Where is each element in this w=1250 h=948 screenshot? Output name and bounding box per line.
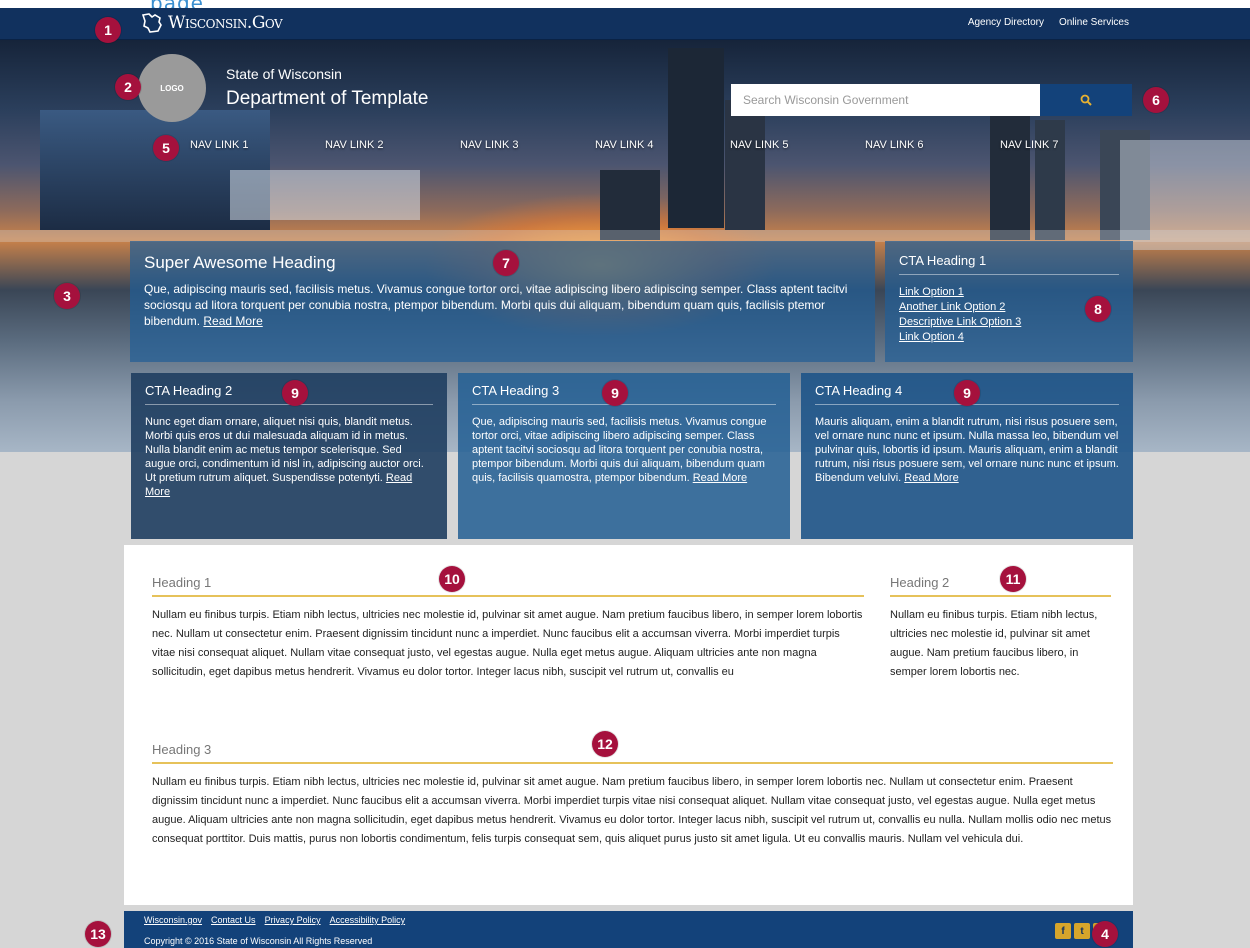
- content-section-1: Heading 1 Nullam eu finibus turpis. Etia…: [152, 575, 864, 682]
- cta-1-link-4[interactable]: Link Option 4: [899, 330, 1119, 345]
- annotation-marker-7: 7: [493, 250, 519, 276]
- hero-read-more-link[interactable]: Read More: [203, 314, 262, 328]
- nav-link-2[interactable]: NAV LINK 2: [325, 139, 460, 151]
- annotation-marker-6: 6: [1143, 87, 1169, 113]
- main-navigation: NAV LINK 1 NAV LINK 2 NAV LINK 3 NAV LIN…: [190, 139, 1135, 151]
- annotation-marker-3: 3: [54, 283, 80, 309]
- content-section-3: Heading 3 Nullam eu finibus turpis. Etia…: [152, 742, 1113, 849]
- nav-link-7[interactable]: NAV LINK 7: [1000, 139, 1135, 151]
- department-name[interactable]: Department of Template: [226, 88, 428, 110]
- section-2-body: Nullam eu finibus turpis. Etiam nibh lec…: [890, 609, 1098, 678]
- nav-link-6[interactable]: NAV LINK 6: [865, 139, 1000, 151]
- main-content-card: Heading 1 Nullam eu finibus turpis. Etia…: [124, 545, 1133, 905]
- brand-wordmark: Wisconsin.Gov: [168, 13, 283, 33]
- annotation-marker-9c: 9: [954, 380, 980, 406]
- section-1-body: Nullam eu finibus turpis. Etiam nibh lec…: [152, 609, 863, 678]
- footer-link-wisconsin-gov[interactable]: Wisconsin.gov: [144, 915, 202, 925]
- wisconsin-gov-brand[interactable]: Wisconsin.Gov: [140, 12, 283, 34]
- cta-1-link-1[interactable]: Link Option 1: [899, 285, 1119, 300]
- annotation-marker-9b: 9: [602, 380, 628, 406]
- annotation-marker-4: 4: [1092, 921, 1118, 947]
- cta-4-read-more-link[interactable]: Read More: [904, 472, 958, 484]
- cta-1-heading: CTA Heading 1: [899, 253, 1119, 275]
- cta-3-read-more-link[interactable]: Read More: [693, 472, 747, 484]
- section-3-heading: Heading 3: [152, 742, 1113, 764]
- footer-links: Wisconsin.gov Contact Us Privacy Policy …: [144, 915, 405, 925]
- state-name: State of Wisconsin: [226, 66, 342, 82]
- cropped-page-title-fragment: page: [0, 0, 1250, 8]
- section-3-body: Nullam eu finibus turpis. Etiam nibh lec…: [152, 776, 1112, 845]
- twitter-icon[interactable]: t: [1074, 923, 1090, 939]
- facebook-icon[interactable]: f: [1055, 923, 1071, 939]
- agency-directory-link[interactable]: Agency Directory: [968, 17, 1044, 28]
- annotation-marker-12: 12: [592, 731, 618, 757]
- nav-link-1[interactable]: NAV LINK 1: [190, 139, 325, 151]
- cta-1-link-3[interactable]: Descriptive Link Option 3: [899, 315, 1119, 330]
- nav-link-4[interactable]: NAV LINK 4: [595, 139, 730, 151]
- search-button[interactable]: [1040, 84, 1132, 116]
- department-logo[interactable]: LOGO: [138, 54, 206, 122]
- annotation-marker-1: 1: [95, 17, 121, 43]
- search-input[interactable]: [731, 84, 1040, 116]
- online-services-link[interactable]: Online Services: [1059, 17, 1129, 28]
- footer-link-privacy-policy[interactable]: Privacy Policy: [265, 915, 321, 925]
- cta-4-text: Mauris aliquam, enim a blandit rutrum, n…: [815, 415, 1119, 485]
- nav-link-5[interactable]: NAV LINK 5: [730, 139, 865, 151]
- section-1-heading: Heading 1: [152, 575, 864, 597]
- global-top-bar: Wisconsin.Gov Agency Directory Online Se…: [0, 8, 1250, 40]
- annotation-marker-5: 5: [153, 135, 179, 161]
- annotation-marker-11: 11: [1000, 566, 1026, 592]
- nav-link-3[interactable]: NAV LINK 3: [460, 139, 595, 151]
- annotation-marker-9a: 9: [282, 380, 308, 406]
- cta-4-body: Mauris aliquam, enim a blandit rutrum, n…: [815, 416, 1119, 484]
- annotation-marker-13: 13: [85, 921, 111, 947]
- cta-2-body: Nunc eget diam ornare, aliquet nisi quis…: [145, 416, 424, 484]
- copyright-text: Copyright © 2016 State of Wisconsin All …: [144, 936, 373, 946]
- hero-panel-text: Que, adipiscing mauris sed, facilisis me…: [144, 281, 861, 329]
- cta-2-text: Nunc eget diam ornare, aliquet nisi quis…: [145, 415, 433, 499]
- footer-link-accessibility-policy[interactable]: Accessibility Policy: [330, 915, 406, 925]
- annotation-marker-10: 10: [439, 566, 465, 592]
- cta-3-text: Que, adipiscing mauris sed, facilisis me…: [472, 415, 776, 485]
- annotation-marker-8: 8: [1085, 296, 1111, 322]
- content-section-2-sidebar: Heading 2 Nullam eu finibus turpis. Etia…: [890, 575, 1111, 682]
- page-footer: Wisconsin.gov Contact Us Privacy Policy …: [124, 911, 1133, 948]
- footer-link-contact-us[interactable]: Contact Us: [211, 915, 256, 925]
- wisconsin-state-outline-icon: [141, 13, 162, 33]
- search-icon: [1080, 94, 1092, 106]
- annotation-marker-2: 2: [115, 74, 141, 100]
